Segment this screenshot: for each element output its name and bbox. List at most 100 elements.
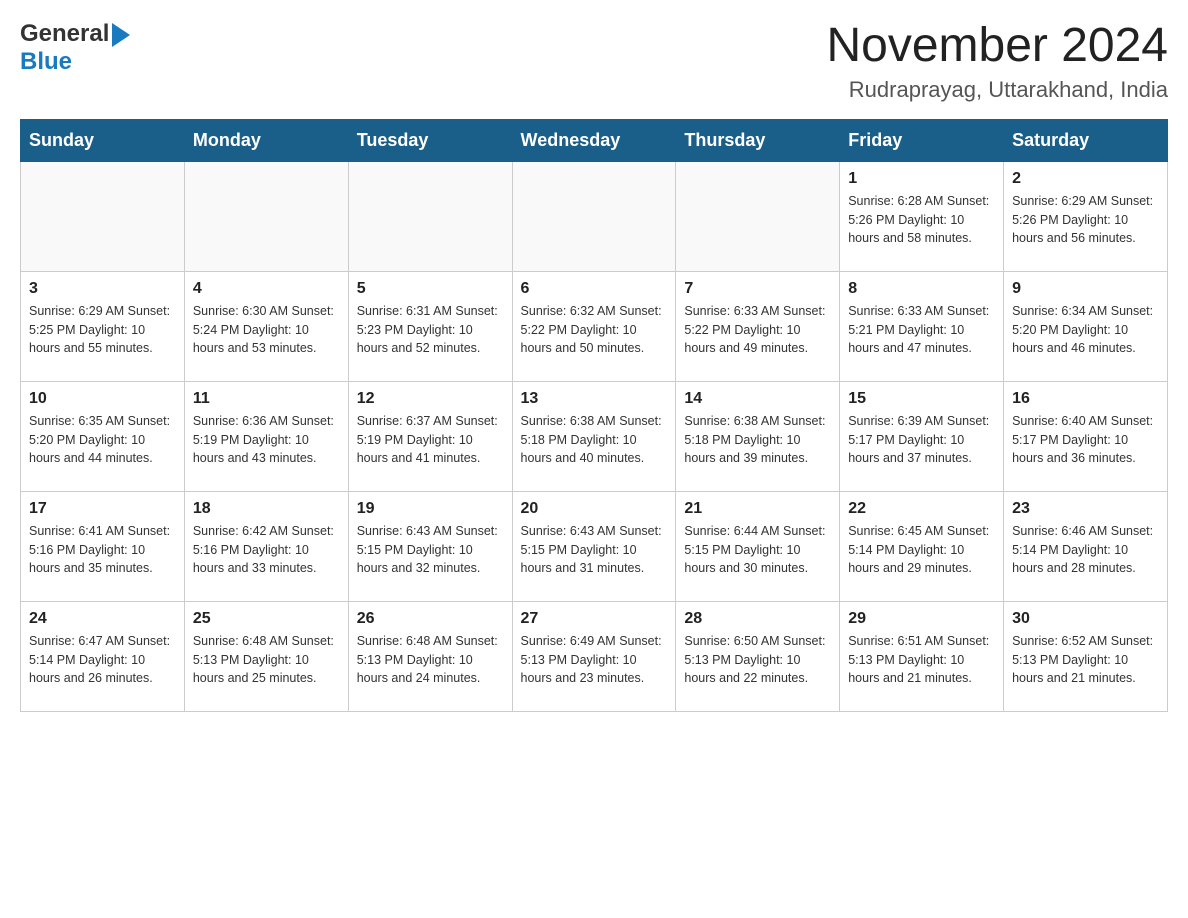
header-day-thursday: Thursday [676,119,840,161]
calendar-cell: 12 Sunrise: 6:37 AM Sunset: 5:19 PM Dayli… [348,381,512,491]
day-number: 12 [357,390,504,408]
calendar-cell: 21 Sunrise: 6:44 AM Sunset: 5:15 PM Dayli… [676,491,840,601]
header-day-friday: Friday [840,119,1004,161]
calendar-cell: 17 Sunrise: 6:41 AM Sunset: 5:16 PM Dayli… [21,491,185,601]
calendar-cell: 24Sunrise: 6:47 AM Sunset: 5:14 PM Dayli… [21,601,185,711]
calendar-cell: 30 Sunrise: 6:52 AM Sunset: 5:13 PM Dayli… [1004,601,1168,711]
calendar-cell: 22 Sunrise: 6:45 AM Sunset: 5:14 PM Dayli… [840,491,1004,601]
day-number: 21 [684,500,831,518]
header-day-saturday: Saturday [1004,119,1168,161]
day-number: 11 [193,390,340,408]
day-number: 26 [357,610,504,628]
calendar-cell: 19 Sunrise: 6:43 AM Sunset: 5:15 PM Dayli… [348,491,512,601]
logo-arrow-icon [112,23,130,47]
day-info: Sunrise: 6:37 AM Sunset: 5:19 PM Dayligh… [357,412,504,468]
day-info: Sunrise: 6:29 AM Sunset: 5:25 PM Dayligh… [29,302,176,358]
calendar-cell: 28 Sunrise: 6:50 AM Sunset: 5:13 PM Dayli… [676,601,840,711]
day-number: 3 [29,280,176,298]
calendar-cell [348,161,512,271]
day-info: Sunrise: 6:43 AM Sunset: 5:15 PM Dayligh… [521,522,668,578]
day-number: 17 [29,500,176,518]
day-number: 30 [1012,610,1159,628]
calendar-cell: 7Sunrise: 6:33 AM Sunset: 5:22 PM Daylig… [676,271,840,381]
calendar-table: SundayMondayTuesdayWednesdayThursdayFrid… [20,119,1168,712]
calendar-cell [512,161,676,271]
month-title: November 2024 [826,20,1168,73]
title-block: November 2024 Rudraprayag, Uttarakhand, … [826,20,1168,103]
day-info: Sunrise: 6:49 AM Sunset: 5:13 PM Dayligh… [521,632,668,688]
day-info: Sunrise: 6:38 AM Sunset: 5:18 PM Dayligh… [521,412,668,468]
day-info: Sunrise: 6:39 AM Sunset: 5:17 PM Dayligh… [848,412,995,468]
day-info: Sunrise: 6:40 AM Sunset: 5:17 PM Dayligh… [1012,412,1159,468]
calendar-cell: 29 Sunrise: 6:51 AM Sunset: 5:13 PM Dayli… [840,601,1004,711]
header-day-tuesday: Tuesday [348,119,512,161]
day-info: Sunrise: 6:34 AM Sunset: 5:20 PM Dayligh… [1012,302,1159,358]
day-number: 23 [1012,500,1159,518]
calendar-cell: 8Sunrise: 6:33 AM Sunset: 5:21 PM Daylig… [840,271,1004,381]
calendar-cell: 2 Sunrise: 6:29 AM Sunset: 5:26 PM Daylig… [1004,161,1168,271]
day-number: 24 [29,610,176,628]
day-number: 29 [848,610,995,628]
day-info: Sunrise: 6:36 AM Sunset: 5:19 PM Dayligh… [193,412,340,468]
day-info: Sunrise: 6:52 AM Sunset: 5:13 PM Dayligh… [1012,632,1159,688]
week-row-4: 24Sunrise: 6:47 AM Sunset: 5:14 PM Dayli… [21,601,1168,711]
day-number: 16 [1012,390,1159,408]
day-number: 8 [848,280,995,298]
calendar-cell: 18Sunrise: 6:42 AM Sunset: 5:16 PM Dayli… [184,491,348,601]
day-info: Sunrise: 6:46 AM Sunset: 5:14 PM Dayligh… [1012,522,1159,578]
day-info: Sunrise: 6:38 AM Sunset: 5:18 PM Dayligh… [684,412,831,468]
week-row-2: 10Sunrise: 6:35 AM Sunset: 5:20 PM Dayli… [21,381,1168,491]
calendar-cell: 16 Sunrise: 6:40 AM Sunset: 5:17 PM Dayli… [1004,381,1168,491]
calendar-cell [184,161,348,271]
day-info: Sunrise: 6:48 AM Sunset: 5:13 PM Dayligh… [193,632,340,688]
calendar-header: SundayMondayTuesdayWednesdayThursdayFrid… [21,119,1168,161]
header-row: SundayMondayTuesdayWednesdayThursdayFrid… [21,119,1168,161]
calendar-body: 1 Sunrise: 6:28 AM Sunset: 5:26 PM Daylig… [21,161,1168,711]
day-number: 19 [357,500,504,518]
calendar-cell: 5 Sunrise: 6:31 AM Sunset: 5:23 PM Daylig… [348,271,512,381]
day-info: Sunrise: 6:50 AM Sunset: 5:13 PM Dayligh… [684,632,831,688]
day-number: 20 [521,500,668,518]
day-number: 5 [357,280,504,298]
day-info: Sunrise: 6:31 AM Sunset: 5:23 PM Dayligh… [357,302,504,358]
calendar-cell: 4Sunrise: 6:30 AM Sunset: 5:24 PM Daylig… [184,271,348,381]
calendar-cell: 15 Sunrise: 6:39 AM Sunset: 5:17 PM Dayli… [840,381,1004,491]
day-number: 14 [684,390,831,408]
day-info: Sunrise: 6:28 AM Sunset: 5:26 PM Dayligh… [848,192,995,248]
day-number: 28 [684,610,831,628]
day-number: 2 [1012,170,1159,188]
header-day-wednesday: Wednesday [512,119,676,161]
day-number: 18 [193,500,340,518]
day-number: 25 [193,610,340,628]
day-number: 22 [848,500,995,518]
calendar-cell: 13 Sunrise: 6:38 AM Sunset: 5:18 PM Dayli… [512,381,676,491]
day-info: Sunrise: 6:45 AM Sunset: 5:14 PM Dayligh… [848,522,995,578]
week-row-3: 17 Sunrise: 6:41 AM Sunset: 5:16 PM Dayli… [21,491,1168,601]
day-info: Sunrise: 6:29 AM Sunset: 5:26 PM Dayligh… [1012,192,1159,248]
calendar-cell [676,161,840,271]
logo-general-text: General [20,20,109,48]
calendar-cell: 6Sunrise: 6:32 AM Sunset: 5:22 PM Daylig… [512,271,676,381]
calendar-cell: 27 Sunrise: 6:49 AM Sunset: 5:13 PM Dayli… [512,601,676,711]
logo: General Blue [20,20,130,76]
calendar-cell: 9Sunrise: 6:34 AM Sunset: 5:20 PM Daylig… [1004,271,1168,381]
day-number: 15 [848,390,995,408]
week-row-0: 1 Sunrise: 6:28 AM Sunset: 5:26 PM Daylig… [21,161,1168,271]
calendar-cell: 14 Sunrise: 6:38 AM Sunset: 5:18 PM Dayli… [676,381,840,491]
day-info: Sunrise: 6:48 AM Sunset: 5:13 PM Dayligh… [357,632,504,688]
day-info: Sunrise: 6:51 AM Sunset: 5:13 PM Dayligh… [848,632,995,688]
calendar-cell: 26 Sunrise: 6:48 AM Sunset: 5:13 PM Dayli… [348,601,512,711]
day-number: 1 [848,170,995,188]
day-number: 7 [684,280,831,298]
calendar-cell: 11 Sunrise: 6:36 AM Sunset: 5:19 PM Dayli… [184,381,348,491]
day-info: Sunrise: 6:43 AM Sunset: 5:15 PM Dayligh… [357,522,504,578]
day-info: Sunrise: 6:44 AM Sunset: 5:15 PM Dayligh… [684,522,831,578]
week-row-1: 3 Sunrise: 6:29 AM Sunset: 5:25 PM Daylig… [21,271,1168,381]
day-number: 13 [521,390,668,408]
page-header: General Blue November 2024 Rudraprayag, … [20,20,1168,103]
day-number: 6 [521,280,668,298]
day-info: Sunrise: 6:41 AM Sunset: 5:16 PM Dayligh… [29,522,176,578]
header-day-monday: Monday [184,119,348,161]
day-number: 27 [521,610,668,628]
calendar-cell: 10Sunrise: 6:35 AM Sunset: 5:20 PM Dayli… [21,381,185,491]
